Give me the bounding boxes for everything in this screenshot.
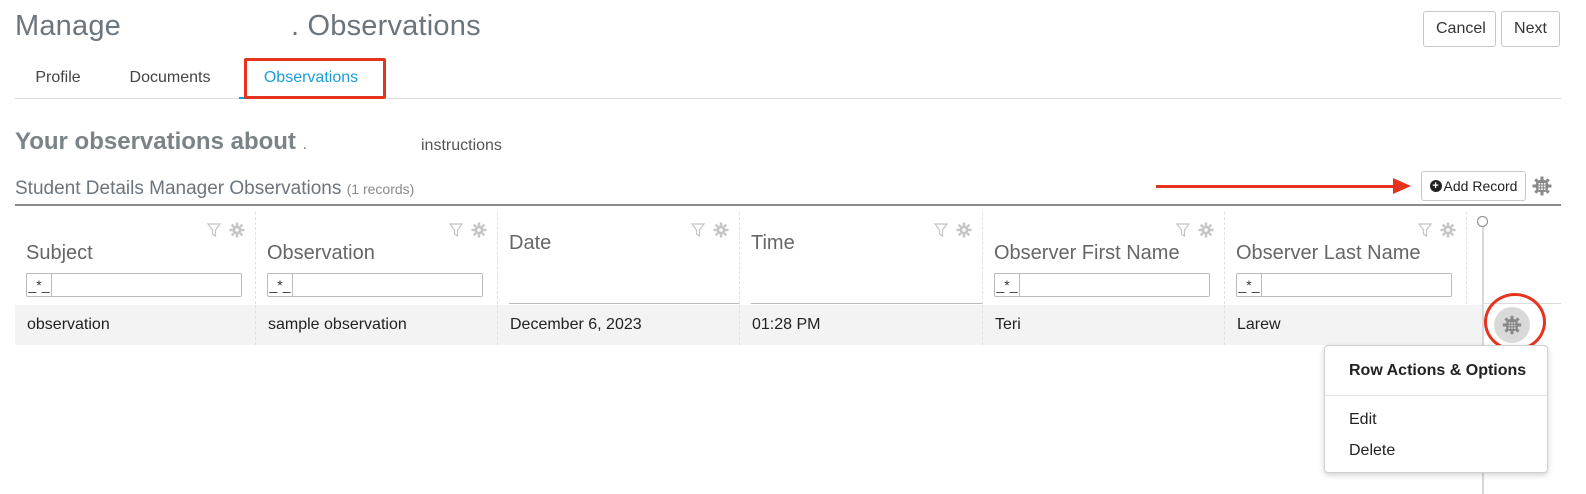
column-filter: _*_ [994,273,1210,297]
filter-operator-button[interactable]: _*_ [268,274,293,296]
page-title-suffix: . Observations [291,10,481,42]
column-filter: _*_ [1236,273,1452,297]
gear-icon[interactable] [229,222,245,238]
table-row[interactable]: observation sample observation December … [15,305,1482,345]
gear-icon[interactable] [471,222,487,238]
row-actions-menu-title: Row Actions & Options [1349,362,1527,379]
plus-circle-icon: + [1429,180,1442,192]
column-filter: _*_ [267,273,483,297]
gear-icon[interactable] [1198,222,1214,238]
gear-icon [1502,315,1522,335]
filter-icon[interactable] [1176,223,1190,237]
filter-operator-button[interactable]: _*_ [27,274,52,296]
menu-item-delete[interactable]: Delete [1349,442,1395,460]
filter-icon[interactable] [1418,223,1432,237]
page-title: Manage . Observations [15,10,481,43]
column-header-date: Date [498,212,740,304]
filter-operator-button[interactable]: _*_ [995,274,1020,296]
column-underline [509,303,739,304]
section-title-text: Student Details Manager Observations [15,178,342,199]
column-label: Observer Last Name [1236,242,1421,264]
tab-observations[interactable]: Observations [239,58,383,99]
observations-heading-suffix: . [302,136,308,153]
filter-input-observation[interactable] [293,274,482,296]
record-count: (1 records) [346,181,415,197]
column-header-subject: Subject _*_ [15,212,256,304]
tab-bar: Profile Documents Observations [15,58,1561,99]
column-underline [751,303,982,304]
instructions-link[interactable]: instructions [421,137,502,155]
observations-heading-text: Your observations about [15,128,296,155]
add-record-label: Add Record [1443,178,1518,194]
menu-item-edit[interactable]: Edit [1349,411,1377,429]
column-header-observer-last-name: Observer Last Name _*_ [1225,212,1467,304]
column-label: Observation [267,242,375,264]
column-label: Observer First Name [994,242,1180,264]
gear-icon[interactable] [1440,222,1456,238]
column-header-time: Time [740,212,983,304]
cancel-button[interactable]: Cancel [1423,11,1496,47]
table-cell: 01:28 PM [740,305,983,345]
page-title-prefix: Manage [15,10,121,42]
column-header-observation: Observation _*_ [256,212,498,304]
filter-input-observer-last-name[interactable] [1262,274,1451,296]
annotation-arrow-head [1393,178,1411,194]
section-divider [15,204,1561,206]
menu-divider [1325,395,1547,396]
table-settings-icon[interactable] [1532,176,1552,196]
column-resize-handle[interactable] [1477,216,1488,227]
filter-input-subject[interactable] [52,274,241,296]
column-filter: _*_ [26,273,242,297]
tab-profile[interactable]: Profile [15,58,101,99]
row-actions-button[interactable] [1494,307,1530,343]
filter-icon[interactable] [207,223,221,237]
row-actions-menu: Row Actions & Options Edit Delete [1324,345,1548,473]
filter-icon[interactable] [691,223,705,237]
table-cell: Teri [983,305,1225,345]
filter-icon[interactable] [934,223,948,237]
table-cell: Larew [1237,316,1281,333]
next-button[interactable]: Next [1501,11,1560,47]
annotation-arrow-line [1156,185,1396,188]
column-label: Time [751,232,795,254]
table-cell: December 6, 2023 [498,305,740,345]
filter-input-observer-first-name[interactable] [1020,274,1209,296]
section-title: Student Details Manager Observations (1 … [15,178,414,200]
observations-heading: Your observations about . [15,128,307,156]
column-label: Date [509,232,552,254]
column-header-observer-first-name: Observer First Name _*_ [983,212,1225,304]
table-cell: sample observation [256,305,498,345]
filter-operator-button[interactable]: _*_ [1237,274,1262,296]
column-label: Subject [26,242,93,264]
gear-icon[interactable] [956,222,972,238]
tab-documents[interactable]: Documents [115,58,225,99]
table-cell: observation [15,305,256,345]
add-record-button[interactable]: + Add Record [1421,171,1526,201]
filter-icon[interactable] [449,223,463,237]
row-control-header-rule [1484,303,1561,304]
gear-icon[interactable] [713,222,729,238]
